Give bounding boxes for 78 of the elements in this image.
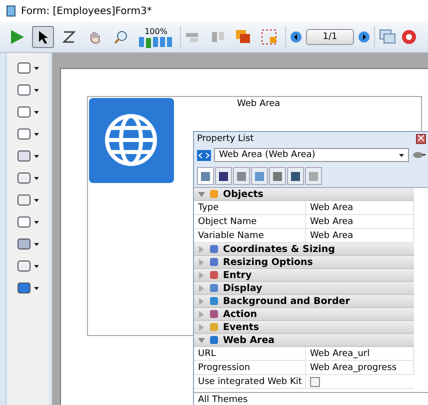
close-button[interactable] <box>416 134 426 144</box>
property-name: Progression <box>194 361 306 374</box>
property-name: Variable Name <box>194 229 306 242</box>
section-header[interactable]: Background and Border <box>194 295 414 308</box>
code-icon <box>197 150 211 160</box>
web-area-label: Web Area <box>237 99 280 109</box>
section-header[interactable]: Action <box>194 308 414 321</box>
property-value[interactable]: Web Area_progress <box>306 361 414 374</box>
property-value[interactable]: Web Area <box>306 201 414 214</box>
hand-icon <box>88 30 102 44</box>
caret-icon <box>34 66 39 70</box>
windows-icon[interactable] <box>379 29 397 45</box>
palette-tool[interactable] <box>17 215 39 229</box>
z-order-icon <box>62 30 76 44</box>
palette-tool[interactable] <box>17 127 39 141</box>
window-title: Form: [Employees]Form3* <box>21 6 152 16</box>
expanded-triangle-icon <box>198 190 205 198</box>
section-header[interactable]: Events <box>194 321 414 334</box>
tab-icon <box>218 170 229 182</box>
expanded-triangle-icon <box>198 336 205 344</box>
play-icon <box>9 29 25 45</box>
caret-icon <box>34 242 39 246</box>
palette-tool[interactable] <box>17 171 39 185</box>
property-name: Use integrated Web Kit <box>194 375 306 389</box>
tab-icon <box>200 170 211 182</box>
arrow-icon <box>38 30 48 44</box>
palette-tool[interactable] <box>17 193 39 207</box>
property-name: URL <box>194 347 306 360</box>
palette-tool[interactable] <box>17 237 39 251</box>
rectangle-tool-icon <box>17 237 31 251</box>
caret-icon <box>34 110 39 114</box>
section-header[interactable]: Entry <box>194 269 414 282</box>
palette-tool[interactable] <box>17 259 39 273</box>
section-header[interactable]: Coordinates & Sizing <box>194 243 414 256</box>
property-tab[interactable] <box>215 167 232 185</box>
tab-icon <box>254 170 265 182</box>
panel-title: Property List <box>197 134 254 144</box>
caret-icon <box>34 286 39 290</box>
caret-icon <box>34 88 39 92</box>
caret-icon <box>34 264 39 268</box>
tab-icon <box>272 170 283 182</box>
previous-page-icon[interactable] <box>290 31 302 43</box>
caret-icon <box>34 154 39 158</box>
property-value[interactable]: Web Area <box>306 215 414 228</box>
next-page-icon[interactable] <box>358 31 370 43</box>
section-header[interactable]: Resizing Options <box>194 256 414 269</box>
section-header[interactable]: Objects <box>194 188 414 201</box>
palette-tool[interactable] <box>17 61 39 75</box>
palette-tool[interactable] <box>17 105 39 119</box>
magnifier-icon <box>114 30 128 44</box>
caret-icon <box>34 220 39 224</box>
property-name: Type <box>194 201 306 214</box>
palette-tool[interactable] <box>17 149 39 163</box>
tab-icon <box>236 170 247 182</box>
section-header[interactable]: Display <box>194 282 414 295</box>
property-value[interactable]: Web Area_url <box>306 347 414 360</box>
object-select[interactable]: Web Area (Web Area) <box>214 148 409 162</box>
caret-icon <box>399 154 404 156</box>
zoom-bars-icon[interactable] <box>138 36 174 48</box>
form-icon <box>6 5 16 17</box>
caret-icon <box>34 176 39 180</box>
checkbox[interactable] <box>310 377 320 387</box>
tool-button[interactable] <box>32 26 54 48</box>
property-value[interactable]: Web Area <box>306 229 414 242</box>
zoom-level-label: 100% <box>144 26 168 36</box>
tab-icon <box>308 170 319 182</box>
property-name: Object Name <box>194 215 306 228</box>
page-counter: 1/1 <box>306 29 354 45</box>
palette-tool[interactable] <box>17 83 39 97</box>
section-header[interactable]: Web Area <box>194 334 414 347</box>
themes-footer: All Themes <box>194 392 428 405</box>
tab-icon <box>290 170 301 182</box>
caret-icon <box>34 132 39 136</box>
palette-tool[interactable] <box>17 281 39 295</box>
property-tab[interactable] <box>287 167 304 185</box>
section-icon <box>209 189 219 199</box>
caret-icon <box>34 198 39 202</box>
globe-icon <box>89 98 174 183</box>
